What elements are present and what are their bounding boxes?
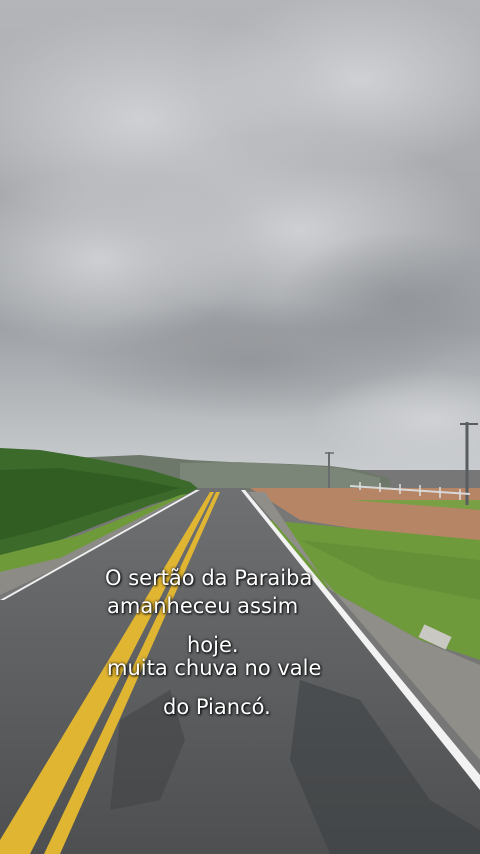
caption-line-1: O sertão da Paraiba	[105, 566, 313, 590]
caption-line-4: muita chuva no vale	[107, 656, 322, 680]
caption-line-2: amanheceu assim	[107, 594, 299, 618]
caption-line-5: do Piancó.	[163, 695, 271, 719]
road-photo	[0, 0, 480, 854]
